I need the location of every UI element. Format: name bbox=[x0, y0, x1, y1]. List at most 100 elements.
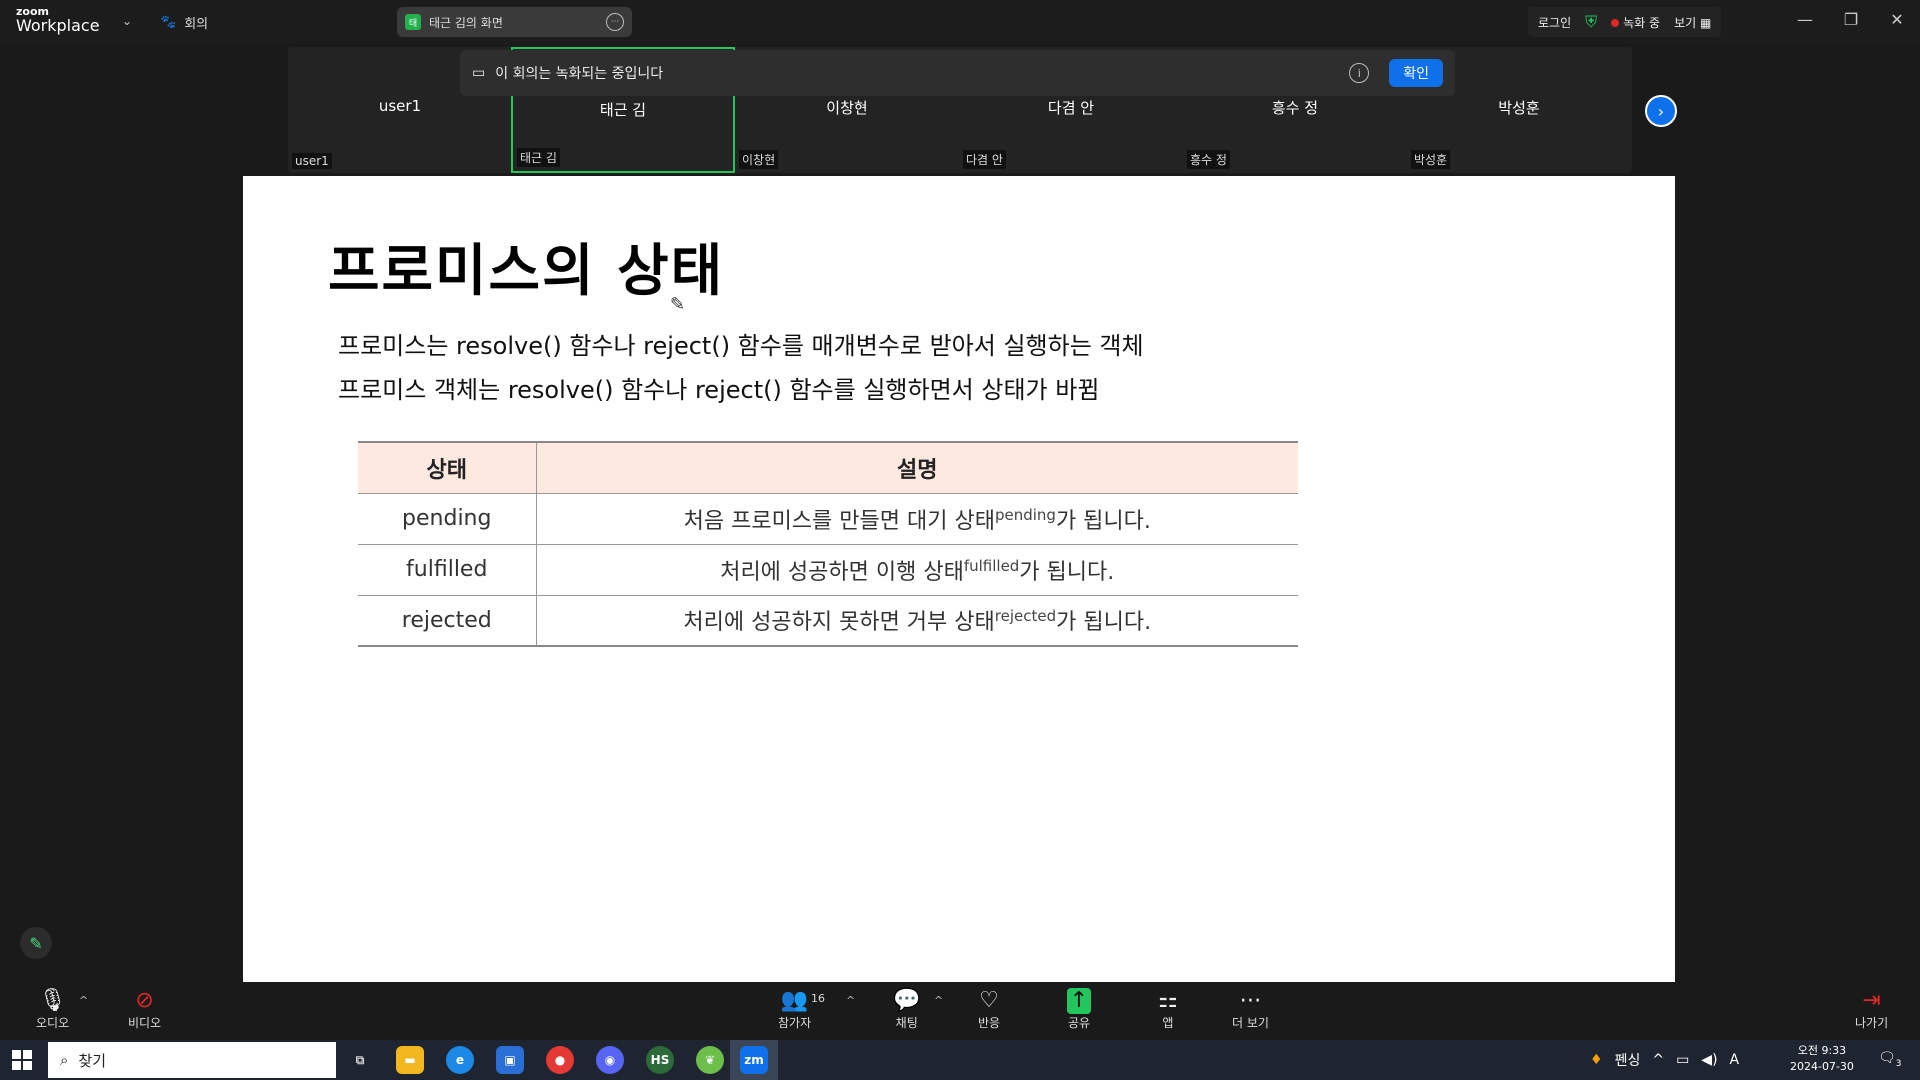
participant-name: 다겸 안 bbox=[1047, 99, 1095, 117]
shared-screen-content: 프로미스의 상태 ✎ 프로미스는 resolve() 함수나 reject() … bbox=[243, 176, 1675, 982]
file-explorer-icon[interactable]: ▬ bbox=[396, 1046, 424, 1074]
participant-label: 이창현 bbox=[739, 150, 779, 169]
video-camera-icon: ▭ bbox=[472, 65, 486, 81]
table-header-row: 상태 설명 bbox=[358, 441, 1298, 494]
participants-button[interactable]: 👥 참가자 bbox=[778, 988, 811, 1031]
share-tab-label: 태근 김의 화면 bbox=[429, 15, 503, 30]
clock-time: 오전 9:33 bbox=[1797, 1044, 1847, 1057]
more-button[interactable]: ⋯ 더 보기 bbox=[1232, 988, 1269, 1031]
login-button[interactable]: 로그인 bbox=[1538, 14, 1571, 31]
chat-label: 채팅 bbox=[895, 1016, 918, 1030]
participants-icon: 👥 bbox=[780, 988, 809, 1013]
participants-options-caret-icon[interactable]: ^ bbox=[846, 994, 855, 1007]
meeting-label: 회의 bbox=[184, 16, 209, 32]
description-cell: 처음 프로미스를 만들면 대기 상태pending가 됩니다. bbox=[536, 493, 1298, 545]
more-label: 더 보기 bbox=[1232, 1016, 1269, 1030]
apps-label: 앱 bbox=[1162, 1016, 1174, 1030]
notification-icon[interactable]: 🗨3 bbox=[1878, 1050, 1902, 1069]
chevron-down-icon[interactable]: ⌄ bbox=[122, 14, 132, 28]
microphone-icon: 🎙 bbox=[38, 988, 67, 1013]
windows-taskbar: ⌕ 찾기 ⧉ ▬ e ▣ ● ◉ HS ❦ zm ♦ 펜싱 ^ ▭ ◀) A 오… bbox=[0, 1040, 1920, 1080]
paw-icon: 🐾 bbox=[160, 14, 177, 30]
video-off-icon: ⊘ bbox=[135, 988, 154, 1013]
recording-notice-banner: ▭ 이 회의는 녹화되는 중입니다 i 확인 bbox=[460, 50, 1455, 96]
participants-label: 참가자 bbox=[778, 1016, 812, 1030]
table-header-state: 상태 bbox=[358, 441, 537, 494]
grid-icon: ▦ bbox=[1700, 15, 1712, 30]
share-arrow-icon: ↑ bbox=[1067, 988, 1091, 1014]
reactions-button[interactable]: ♡ 반응 bbox=[978, 988, 1000, 1031]
more-options-icon[interactable]: ··· bbox=[606, 13, 624, 31]
table-row: rejected 처리에 성공하지 못하면 거부 상태rejected가 됩니다… bbox=[358, 595, 1298, 647]
restore-icon[interactable]: ❐ bbox=[1836, 10, 1866, 29]
share-label: 공유 bbox=[1067, 1016, 1091, 1030]
record-dot-icon bbox=[1611, 18, 1620, 27]
share-button[interactable]: ↑ 공유 bbox=[1067, 988, 1091, 1031]
description-text: 처리에 성공하지 못하면 거부 상태 bbox=[683, 610, 995, 636]
shared-screen-tab[interactable]: 태 태근 김의 화면 ··· bbox=[397, 7, 632, 37]
view-label: 보기 bbox=[1674, 15, 1697, 30]
audio-label: 오디오 bbox=[36, 1016, 70, 1030]
close-icon[interactable]: ✕ bbox=[1882, 10, 1912, 29]
recording-indicator[interactable]: 녹화 중 bbox=[1611, 14, 1660, 31]
participant-name: 이창현 bbox=[826, 99, 868, 117]
user-avatar-icon: 태 bbox=[405, 14, 421, 30]
chat-options-caret-icon[interactable]: ^ bbox=[934, 994, 943, 1007]
language-indicator[interactable]: A bbox=[1730, 1052, 1740, 1068]
spring-icon[interactable]: ❦ bbox=[696, 1046, 724, 1074]
description-text: 처리에 성공하면 이행 상태 bbox=[720, 559, 964, 585]
network-icon[interactable]: ▭ bbox=[1676, 1052, 1689, 1068]
leave-door-icon: ⇥ bbox=[1862, 988, 1881, 1013]
audio-options-caret-icon[interactable]: ^ bbox=[79, 994, 88, 1007]
table-row: fulfilled 처리에 성공하면 이행 상태fulfilled가 됩니다. bbox=[358, 544, 1298, 596]
search-icon: ⌕ bbox=[60, 1051, 69, 1069]
description-text: 처음 프로미스를 만들면 대기 상태 bbox=[683, 508, 995, 534]
pencil-cursor-icon: ✎ bbox=[670, 294, 686, 315]
participant-label: 흥수 정 bbox=[1187, 150, 1230, 169]
more-dots-icon: ⋯ bbox=[1239, 988, 1262, 1013]
ime-label[interactable]: 펜싱 bbox=[1615, 1050, 1641, 1070]
annotate-pencil-icon[interactable]: ✎ bbox=[20, 927, 52, 959]
video-label: 비디오 bbox=[128, 1016, 162, 1030]
zoom-logo-workplace: Workplace bbox=[16, 16, 100, 35]
participant-label: 태근 김 bbox=[517, 148, 560, 167]
apps-button[interactable]: ⚏ 앱 bbox=[1158, 988, 1178, 1031]
chat-icon: 💬 bbox=[893, 988, 921, 1013]
windows-start-icon[interactable] bbox=[12, 1050, 32, 1070]
video-button[interactable]: ⊘ 비디오 bbox=[128, 988, 161, 1031]
store-icon[interactable]: ▣ bbox=[496, 1046, 524, 1074]
recording-notice-text: 이 회의는 녹화되는 중입니다 bbox=[495, 66, 664, 82]
description-superscript: rejected bbox=[994, 607, 1057, 626]
system-tray: ♦ 펜싱 ^ ▭ ◀) A bbox=[1590, 1040, 1739, 1080]
chrome-icon[interactable]: ● bbox=[546, 1046, 574, 1074]
task-view-icon[interactable]: ⧉ bbox=[346, 1046, 374, 1074]
reactions-label: 반응 bbox=[978, 1016, 1001, 1030]
taskbar-search-box[interactable]: ⌕ 찾기 bbox=[48, 1042, 336, 1078]
chat-button[interactable]: 💬 채팅 bbox=[893, 988, 920, 1031]
leave-button[interactable]: ⇥ 나가기 bbox=[1855, 988, 1888, 1031]
recording-label: 녹화 중 bbox=[1623, 15, 1661, 30]
discord-icon[interactable]: ◉ bbox=[596, 1046, 624, 1074]
state-cell: fulfilled bbox=[358, 544, 537, 596]
audio-button[interactable]: 🎙 오디오 bbox=[36, 988, 69, 1031]
confirm-button[interactable]: 확인 bbox=[1389, 59, 1443, 87]
participant-label: user1 bbox=[292, 153, 332, 169]
edge-icon[interactable]: e bbox=[446, 1046, 474, 1074]
zoom-app-icon[interactable]: zm bbox=[740, 1046, 768, 1074]
volume-icon[interactable]: ◀) bbox=[1701, 1052, 1717, 1068]
next-page-icon[interactable]: › bbox=[1645, 95, 1677, 127]
participant-name: 태근 김 bbox=[599, 101, 647, 119]
meeting-menu-button[interactable]: 🐾 회의 bbox=[160, 10, 208, 34]
tray-expand-icon[interactable]: ^ bbox=[1652, 1052, 1664, 1068]
description-cell: 처리에 성공하면 이행 상태fulfilled가 됩니다. bbox=[536, 544, 1298, 596]
ime-icon[interactable]: ♦ bbox=[1590, 1052, 1603, 1068]
state-cell: pending bbox=[358, 493, 537, 545]
view-button[interactable]: 보기 ▦ bbox=[1674, 14, 1711, 31]
participants-count: 16 bbox=[811, 992, 825, 1005]
hs-app-icon[interactable]: HS bbox=[646, 1046, 674, 1074]
minimize-icon[interactable]: — bbox=[1790, 10, 1820, 29]
info-icon[interactable]: i bbox=[1349, 63, 1370, 83]
participant-name: 흥수 정 bbox=[1271, 99, 1319, 117]
shield-icon[interactable]: ⛨ bbox=[1585, 12, 1597, 32]
taskbar-clock[interactable]: 오전 9:33 2024-07-30 bbox=[1790, 1043, 1854, 1075]
